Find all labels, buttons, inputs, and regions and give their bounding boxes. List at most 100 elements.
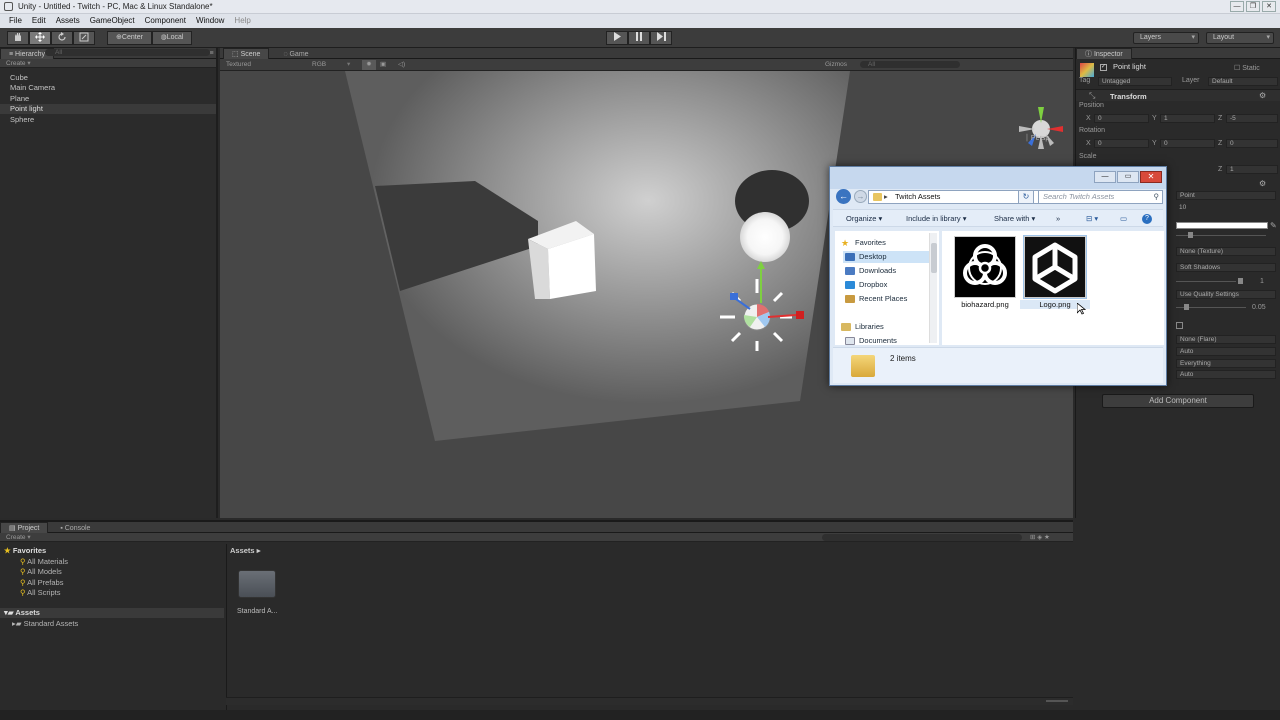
logo-thumbnail[interactable] — [1023, 235, 1087, 299]
projection-label[interactable]: ⏐ Persp — [1025, 135, 1049, 143]
light-settings-icon[interactable]: ⚙ — [1259, 179, 1266, 188]
back-button[interactable]: ← — [836, 189, 851, 204]
view-options-icon[interactable]: ⊟ ▾ — [1086, 210, 1098, 228]
position-y-field[interactable]: 1 — [1160, 114, 1215, 123]
nav-scrollbar[interactable] — [929, 233, 937, 343]
play-button[interactable] — [606, 31, 628, 45]
favorite-item[interactable]: ⚲ All Models — [20, 567, 62, 576]
flare-field[interactable]: None (Flare) — [1176, 335, 1276, 344]
move-tool-button[interactable] — [29, 31, 51, 45]
include-in-library-button[interactable]: Include in library ▾ — [906, 210, 966, 228]
rotation-z-field[interactable]: 0 — [1226, 139, 1278, 148]
menu-gameobject[interactable]: GameObject — [85, 14, 140, 28]
resolution-dropdown[interactable]: Use Quality Settings — [1176, 290, 1276, 299]
menu-file[interactable]: File — [4, 14, 27, 28]
layer-dropdown[interactable]: Default — [1208, 77, 1278, 86]
nav-recent-places[interactable]: Recent Places — [843, 293, 907, 305]
position-x-field[interactable]: 0 — [1094, 114, 1149, 123]
favorite-item[interactable]: ⚲ All Prefabs — [20, 578, 63, 587]
rotate-tool-button[interactable] — [51, 31, 73, 45]
help-icon[interactable]: ? — [1142, 214, 1152, 224]
lighting-toggle[interactable]: ✹ — [362, 60, 376, 70]
pivot-center-toggle[interactable]: ⊕Center — [107, 31, 152, 45]
refresh-button[interactable]: ↻ — [1018, 190, 1034, 204]
menu-edit[interactable]: Edit — [27, 14, 51, 28]
assets-child-item[interactable]: ▸▰ Standard Assets — [12, 619, 78, 628]
object-name-field[interactable]: Point light — [1110, 63, 1230, 72]
cookie-field[interactable]: None (Texture) — [1176, 247, 1276, 256]
position-z-field[interactable]: -5 — [1226, 114, 1278, 123]
bias-slider-handle[interactable] — [1184, 304, 1189, 310]
close-button[interactable]: ✕ — [1262, 1, 1276, 12]
minimize-button[interactable]: — — [1230, 1, 1244, 12]
folder-icon[interactable] — [238, 570, 276, 598]
filter-icons[interactable]: ⊞ ◈ ★ — [1030, 533, 1050, 542]
light-type-dropdown[interactable]: Point — [1176, 191, 1276, 200]
color-mode-dropdown[interactable]: RGB — [312, 59, 326, 71]
tag-dropdown[interactable]: Untagged — [1098, 77, 1172, 86]
culling-mask-dropdown[interactable]: Everything — [1176, 359, 1276, 368]
draw-halo-checkbox[interactable] — [1176, 322, 1183, 329]
hierarchy-create-button[interactable]: Create — [6, 60, 26, 67]
explorer-close-button[interactable]: ✕ — [1140, 171, 1162, 183]
gizmo-search-input[interactable]: All — [860, 61, 960, 68]
pause-button[interactable] — [628, 31, 650, 45]
static-checkbox[interactable]: ☐ Static — [1234, 64, 1260, 72]
favorites-header[interactable]: ★ Favorites — [4, 546, 46, 555]
favorite-item[interactable]: ⚲ All Scripts — [20, 588, 61, 597]
strength-slider-handle[interactable] — [1238, 278, 1243, 284]
transform-header[interactable]: ⤡ Transform ⚙ — [1076, 89, 1280, 101]
explorer-maximize-button[interactable]: ▭ — [1117, 171, 1139, 183]
render-mode-dropdown[interactable]: Auto — [1176, 347, 1276, 356]
nav-libraries[interactable]: Libraries — [839, 321, 884, 333]
breadcrumb[interactable]: Assets ▸ — [230, 546, 260, 555]
rotation-x-field[interactable]: 0 — [1094, 139, 1149, 148]
maximize-button[interactable]: ❐ — [1246, 1, 1260, 12]
forward-button[interactable]: → — [854, 190, 867, 203]
hierarchy-item-sphere[interactable]: Sphere — [10, 115, 34, 125]
render-mode-dropdown[interactable]: Textured — [226, 61, 251, 68]
audio-toggle-icon[interactable]: ◁) — [398, 59, 405, 71]
tab-inspector[interactable]: ⓘ Inspector — [1076, 48, 1132, 59]
tab-project[interactable]: ▤ Project — [0, 522, 49, 533]
scale-tool-button[interactable] — [73, 31, 95, 45]
project-create-button[interactable]: Create — [6, 534, 26, 541]
share-with-button[interactable]: Share with ▾ — [994, 210, 1035, 228]
menu-window[interactable]: Window — [191, 14, 229, 28]
component-settings-icon[interactable]: ⚙ — [1259, 91, 1266, 100]
nav-documents[interactable]: Documents — [843, 335, 897, 347]
tab-scene[interactable]: ⬚ Scene — [223, 48, 270, 59]
range-field[interactable]: 10 — [1176, 204, 1276, 213]
asset-item-label[interactable]: Standard A... — [237, 608, 277, 615]
light-color-swatch[interactable] — [1176, 222, 1268, 229]
nav-favorites[interactable]: ★ Favorites — [839, 237, 886, 249]
eyedropper-icon[interactable]: ✎ — [1270, 221, 1277, 230]
pivot-space-toggle[interactable]: ◍Local — [152, 31, 192, 45]
biohazard-filename[interactable]: biohazard.png — [950, 300, 1020, 309]
favorite-item[interactable]: ⚲ All Materials — [20, 557, 68, 566]
layout-dropdown[interactable]: Layout — [1206, 32, 1274, 44]
step-button[interactable] — [650, 31, 672, 45]
menu-component[interactable]: Component — [140, 14, 191, 28]
hierarchy-item-main-camera[interactable]: Main Camera — [10, 83, 55, 93]
gizmos-dropdown[interactable]: Gizmos — [825, 59, 847, 71]
nav-dropbox[interactable]: Dropbox — [843, 279, 887, 291]
hierarchy-item-point-light[interactable]: Point light — [0, 104, 216, 114]
nav-desktop[interactable]: Desktop — [843, 251, 929, 263]
preview-pane-icon[interactable]: ▭ — [1120, 210, 1127, 228]
nav-scrollbar-thumb[interactable] — [931, 243, 937, 273]
scale-z-field[interactable]: 1 — [1226, 165, 1278, 174]
hierarchy-item-cube[interactable]: Cube — [10, 73, 28, 83]
menu-help[interactable]: Help — [229, 14, 255, 28]
project-search-input[interactable] — [822, 534, 1022, 541]
nav-downloads[interactable]: Downloads — [843, 265, 896, 277]
hierarchy-search-input[interactable]: All — [45, 49, 210, 56]
layers-dropdown[interactable]: Layers — [1133, 32, 1199, 44]
image-effects-icon[interactable]: ▣ — [380, 59, 386, 71]
hand-tool-button[interactable] — [7, 31, 29, 45]
assets-root-item[interactable]: ▾▰ Assets — [0, 608, 224, 618]
lightmapping-dropdown[interactable]: Auto — [1176, 370, 1276, 379]
tab-console[interactable]: ▪ Console — [50, 525, 90, 532]
biohazard-thumbnail[interactable] — [954, 236, 1016, 298]
menu-assets[interactable]: Assets — [51, 14, 85, 28]
